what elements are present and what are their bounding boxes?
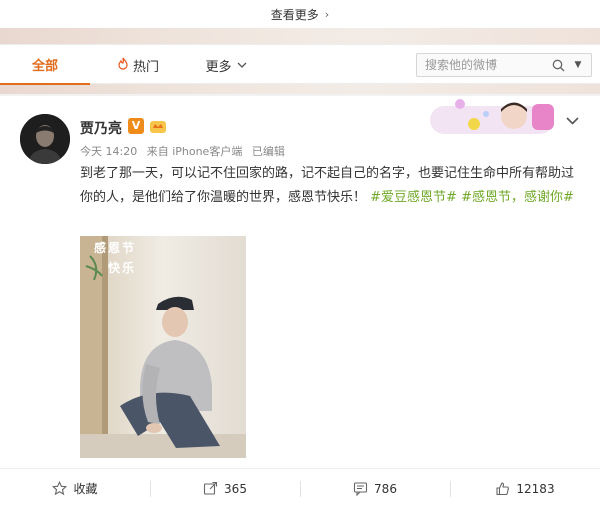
comment-icon xyxy=(353,481,368,496)
card-decoration xyxy=(430,98,560,136)
tab-more-dropdown[interactable]: 更多 xyxy=(196,45,256,85)
search-box: ▼ xyxy=(416,53,592,77)
comment-count: 786 xyxy=(374,481,397,496)
search-dropdown-icon[interactable]: ▼ xyxy=(569,60,587,70)
star-icon xyxy=(52,481,68,496)
photo-caption-line2: 快乐 xyxy=(108,261,137,275)
thumbs-up-icon xyxy=(495,481,510,496)
post-text: 到老了那一天，可以记不住回家的路，记不起自己的名字，也要记住生命中所有帮助过你的… xyxy=(80,162,585,210)
tab-hot-label: 热门 xyxy=(132,59,159,75)
repost-button[interactable]: 365 xyxy=(150,469,300,508)
hashtag-link[interactable]: #感恩节，感谢你# xyxy=(461,190,574,205)
chevron-down-icon xyxy=(237,60,247,71)
author-name[interactable]: 贾乃亮 xyxy=(80,118,122,138)
see-more-label: 查看更多 xyxy=(270,7,319,22)
tab-hot[interactable]: 热门 xyxy=(108,45,168,85)
verified-badge-icon: V xyxy=(128,118,144,134)
feed-card: 贾乃亮 V 今天 14:20 来自 iPhone客户端 已编辑 到老了那一天，可… xyxy=(0,96,600,468)
post-source: 来自 iPhone客户端 xyxy=(146,145,243,158)
avatar[interactable] xyxy=(20,114,70,164)
photo-caption: 感恩节 快乐 xyxy=(94,238,136,278)
post-options-chevron-icon[interactable] xyxy=(566,114,579,128)
chevron-right-icon: › xyxy=(324,7,330,21)
post-time[interactable]: 今天 14:20 xyxy=(80,145,137,158)
like-count: 12183 xyxy=(516,481,555,496)
comment-button[interactable]: 786 xyxy=(300,469,450,508)
post-meta: 今天 14:20 来自 iPhone客户端 已编辑 xyxy=(80,143,291,159)
post-image[interactable]: 感恩节 快乐 xyxy=(80,236,246,458)
tab-all-label: 全部 xyxy=(31,58,58,74)
tab-more-label: 更多 xyxy=(205,59,232,75)
repost-count: 365 xyxy=(224,481,247,496)
crown-icon xyxy=(149,118,167,134)
search-icon[interactable] xyxy=(547,54,569,76)
collect-label: 收藏 xyxy=(73,482,98,496)
search-input[interactable] xyxy=(417,54,547,76)
edited-label[interactable]: 已编辑 xyxy=(252,145,285,158)
hashtag-link[interactable]: #爱豆感恩节# xyxy=(370,190,457,205)
see-more-link[interactable]: 查看更多 › xyxy=(0,0,600,28)
repost-icon xyxy=(203,481,218,496)
tab-bar: 全部 热门 更多 ▼ xyxy=(0,44,600,85)
post-action-bar: 收藏 365 786 12183 xyxy=(0,468,600,508)
collect-button[interactable]: 收藏 xyxy=(0,469,150,508)
tab-all[interactable]: 全部 xyxy=(0,45,90,85)
flame-icon xyxy=(117,57,129,74)
like-button[interactable]: 12183 xyxy=(450,469,600,508)
photo-caption-line1: 感恩节 xyxy=(94,241,137,255)
